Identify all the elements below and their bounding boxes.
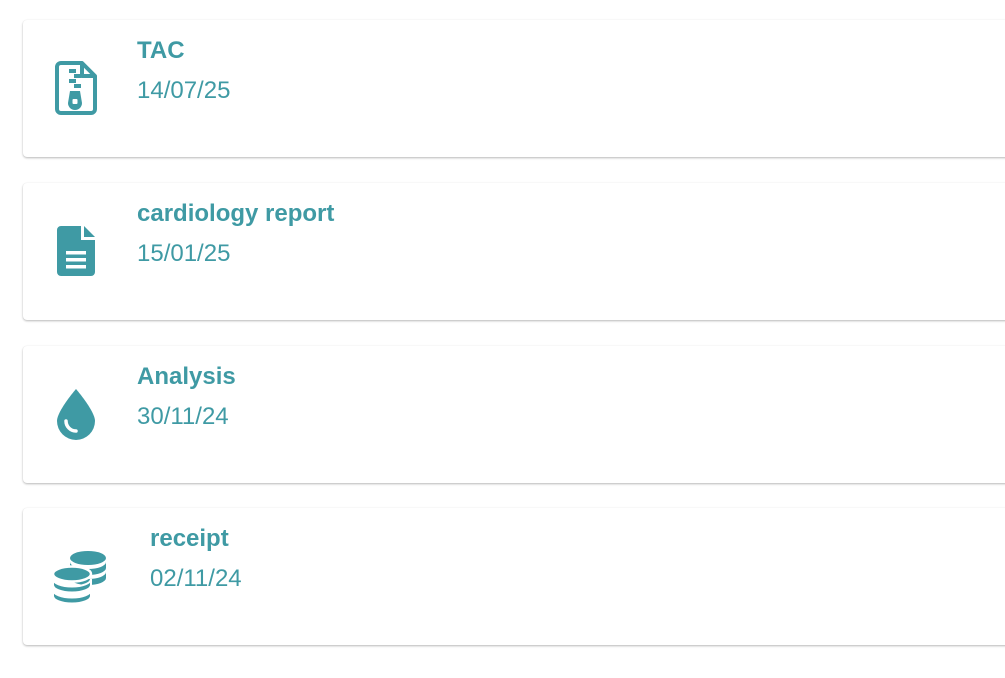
document-card-cardiology-report[interactable]: cardiology report 15/01/25	[23, 183, 1005, 320]
document-title: Analysis	[137, 363, 236, 390]
document-title: cardiology report	[137, 200, 335, 227]
document-title: TAC	[137, 37, 185, 64]
coins-icon	[50, 546, 110, 606]
document-card-receipt[interactable]: receipt 02/11/24	[23, 508, 1005, 645]
blood-drop-icon	[52, 384, 100, 444]
document-date: 15/01/25	[137, 240, 231, 267]
file-zipper-icon	[52, 58, 100, 118]
document-title: receipt	[150, 525, 229, 552]
document-date: 02/11/24	[150, 565, 242, 592]
document-date: 14/07/25	[137, 77, 231, 104]
documents-list: TAC 14/07/25 cardiology report 15/01/25 …	[0, 0, 1005, 678]
document-date: 30/11/24	[137, 403, 229, 430]
document-card-tac[interactable]: TAC 14/07/25	[23, 20, 1005, 157]
document-card-analysis[interactable]: Analysis 30/11/24	[23, 346, 1005, 483]
file-lines-icon	[52, 221, 100, 281]
